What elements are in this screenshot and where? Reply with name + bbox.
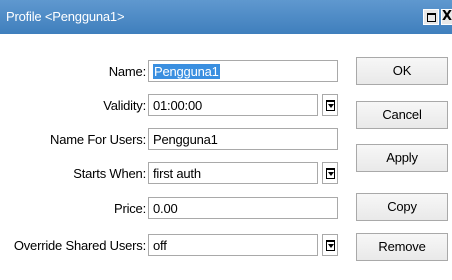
- maximize-icon[interactable]: [423, 9, 439, 25]
- name-label: Name:: [108, 64, 146, 79]
- dropdown-arrow-icon: [326, 240, 335, 251]
- remove-button[interactable]: Remove: [356, 233, 448, 261]
- override-shared-users-value: off: [153, 238, 167, 253]
- title-bar[interactable]: Profile <Pengguna1> X: [0, 0, 452, 34]
- copy-button[interactable]: Copy: [356, 193, 448, 221]
- validity-label: Validity:: [103, 98, 146, 113]
- validity-dropdown-button[interactable]: [322, 94, 338, 116]
- ok-button[interactable]: OK: [356, 57, 448, 85]
- starts-when-value: first auth: [153, 166, 201, 181]
- name-for-users-input[interactable]: Pengguna1: [148, 128, 338, 150]
- starts-when-select[interactable]: first auth: [148, 162, 318, 184]
- price-label: Price:: [113, 201, 146, 216]
- name-for-users-value: Pengguna1: [153, 132, 218, 147]
- window-title: Profile <Pengguna1>: [6, 9, 125, 24]
- profile-window: Profile <Pengguna1> X Name: Pengguna1 Va…: [0, 0, 452, 280]
- starts-when-label: Starts When:: [73, 166, 146, 181]
- dropdown-arrow-icon: [326, 100, 335, 111]
- override-shared-users-dropdown-button[interactable]: [322, 234, 338, 256]
- price-input[interactable]: 0.00: [148, 197, 338, 219]
- name-input[interactable]: Pengguna1: [148, 60, 338, 82]
- apply-button[interactable]: Apply: [356, 144, 448, 172]
- validity-input[interactable]: 01:00:00: [148, 94, 318, 116]
- cancel-button[interactable]: Cancel: [356, 101, 448, 129]
- name-value: Pengguna1: [153, 64, 220, 79]
- price-value: 0.00: [153, 201, 178, 216]
- validity-value: 01:00:00: [153, 98, 203, 113]
- override-shared-users-select[interactable]: off: [148, 234, 318, 256]
- override-shared-users-label: Override Shared Users:: [13, 238, 146, 253]
- dropdown-arrow-icon: [326, 168, 335, 179]
- starts-when-dropdown-button[interactable]: [322, 162, 338, 184]
- name-for-users-label: Name For Users:: [50, 132, 146, 147]
- close-icon[interactable]: X: [441, 9, 452, 25]
